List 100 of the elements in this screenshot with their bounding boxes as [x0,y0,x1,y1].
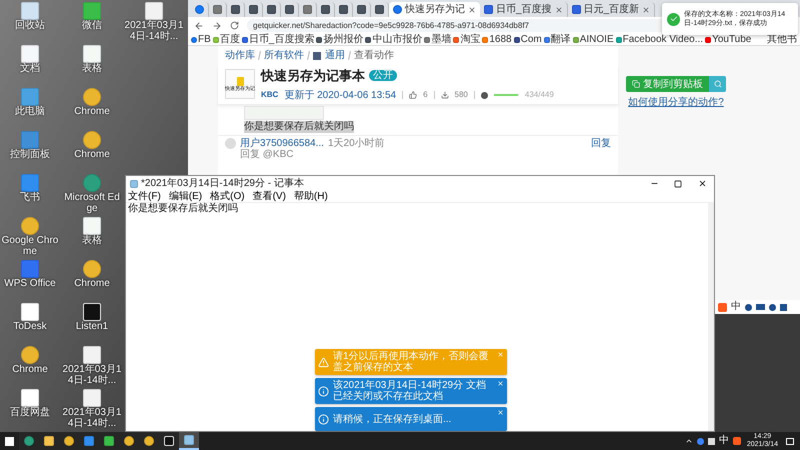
update-time: 更新于 2020-04-06 13:54 [284,88,396,102]
download-icon [440,91,449,99]
bookmark[interactable]: 墨墙 [424,34,452,44]
shortcut-label: 表格 [82,63,102,74]
spreadsheet-icon [83,45,101,63]
desktop-shortcut[interactable]: 百度网盘 [0,389,60,431]
bookmark[interactable]: YouTube [705,34,752,44]
desktop-shortcut[interactable]: ToDesk [0,303,60,345]
shortcut-label: Chrome [74,106,110,117]
sogou-icon[interactable] [718,302,727,312]
taskbar-app[interactable] [159,432,179,450]
bookmark[interactable]: FB [191,34,211,44]
shortcut-label: 此电脑 [15,106,45,117]
shortcut-label: Chrome [12,364,48,375]
desktop-shortcut[interactable]: 文档 [0,45,60,87]
notification-icon[interactable] [786,438,794,444]
avatar-icon [225,138,236,148]
bookmark[interactable]: 扬州报价 [316,34,364,44]
grid-icon[interactable] [780,304,787,310]
favicon-icon [453,36,460,42]
menu-item[interactable]: 文件(F) [128,191,161,202]
desktop-shortcut[interactable]: WPS Office [0,260,60,302]
thumbs-up-icon [409,91,418,99]
shortcut-label: WPS Office [4,278,56,289]
menu-item[interactable]: 帮助(H) [294,191,328,202]
ime-mode[interactable]: 中 [731,302,741,312]
menu-item[interactable]: 格式(O) [210,191,245,202]
desktop-shortcut[interactable]: 微信 [62,2,122,44]
shortcut-label: 2021年03月14日-14时... [62,407,122,429]
version-reading: 434/449 [524,89,554,101]
close-icon[interactable] [698,179,706,188]
desktop-shortcut[interactable]: 2021年03月14日-14时... [62,346,122,388]
shortcut-label: 表格 [82,235,102,246]
ime-indicator[interactable]: 中 [718,436,729,446]
maximize-icon[interactable] [674,180,682,188]
desktop-shortcut[interactable]: 表格 [62,217,122,259]
desktop-shortcut[interactable]: 回收站 [0,2,60,44]
sogou-icon[interactable] [732,437,741,445]
document-icon [21,45,39,63]
shortcut-label: Listen1 [76,321,108,332]
desktop-shortcut[interactable]: Microsoft Edge [62,174,122,216]
bookmark[interactable]: 百度 [212,34,240,44]
browser-tab[interactable]: 日元_百度新 [568,2,656,17]
shortcut-label: 百度网盘 [10,407,50,418]
desktop-shortcut[interactable]: 飞书 [0,174,60,216]
desktop-shortcut[interactable]: Google Chrome [0,217,60,259]
favicon-icon [572,36,579,42]
desktop-shortcut[interactable]: Chrome [62,88,122,130]
desktop-shortcut[interactable]: Chrome [62,131,122,173]
forward-arrow-icon[interactable] [212,20,222,30]
breadcrumb-link[interactable]: 动作库 [225,48,255,63]
shortcut-label: 文档 [20,63,40,74]
desktop-shortcut[interactable]: Chrome [0,346,60,388]
shortcut-label: Chrome [74,278,110,289]
bookmark[interactable]: 中山市报价 [365,34,422,44]
desktop-shortcut[interactable]: 2021年03月14日-14时... [62,389,122,431]
bookmark[interactable]: 翻译 [544,34,571,44]
comment-user[interactable]: 用户3750966584... [240,138,324,148]
bookmark[interactable]: 日币_百度搜索 [242,34,314,44]
chevron-up-icon[interactable] [684,437,693,445]
comment-time: 1天20小时前 [328,138,385,148]
bookmark[interactable]: AINOIE [572,34,614,44]
desktop-shortcut[interactable]: Chrome [62,260,122,302]
highlighted-comment-text: 你是想要保存后就关闭吗 [244,120,354,132]
back-arrow-icon[interactable] [194,20,204,30]
window-title: *2021年03月14日-14时29分 - 记事本 [141,176,304,190]
shortcut-label: ToDesk [13,321,47,332]
info-icon [318,386,329,396]
download-count: 580 [454,89,468,101]
help-link[interactable]: 如何使用分享的动作? [628,95,724,110]
desktop-shortcut[interactable]: 2021年03月14日-14时... [124,2,184,44]
info-icon [318,414,329,424]
menu-item[interactable]: 编辑(E) [168,191,202,202]
close-icon[interactable] [468,6,476,14]
notepad-icon [184,435,194,445]
reply-link[interactable]: 回复 [591,138,611,148]
breadcrumb-link[interactable]: 通用 [325,48,345,63]
bookmark[interactable]: Com [514,34,542,44]
desktop-shortcut[interactable]: 控制面板 [0,131,60,173]
bookmark[interactable]: Facebook Video... [616,34,704,44]
toast-text: 该2021年03月14日-14时29分 文档已经关闭或不存在此文档 [333,380,487,402]
desktop-shortcut[interactable]: 此电脑 [0,88,60,130]
shortcut-label: 微信 [82,20,102,31]
tray-icon[interactable] [696,438,704,444]
bookmark[interactable]: 淘宝 [453,34,480,44]
shortcut-label: 控制面板 [10,149,50,160]
breadcrumb-link[interactable]: 所有软件 [264,48,304,63]
author-link[interactable]: KBC [261,89,278,101]
menu-item[interactable]: 查看(V) [252,191,286,202]
grid-icon [313,52,321,60]
desktop-shortcut[interactable]: 表格 [62,45,122,87]
toast-text: 请稍候，正在保存到桌面... [333,414,452,424]
reload-icon[interactable] [230,21,239,30]
bookmark[interactable]: 1688 [482,34,512,44]
shortcut-label: Google Chrome [0,235,60,257]
shortcut-label: 飞书 [20,192,40,203]
browser-tab[interactable]: 快速另存为记 [389,2,480,17]
desktop-shortcut[interactable]: Listen1 [62,303,122,345]
shortcut-label: Chrome [74,149,110,160]
windows-start-icon[interactable] [5,436,14,446]
